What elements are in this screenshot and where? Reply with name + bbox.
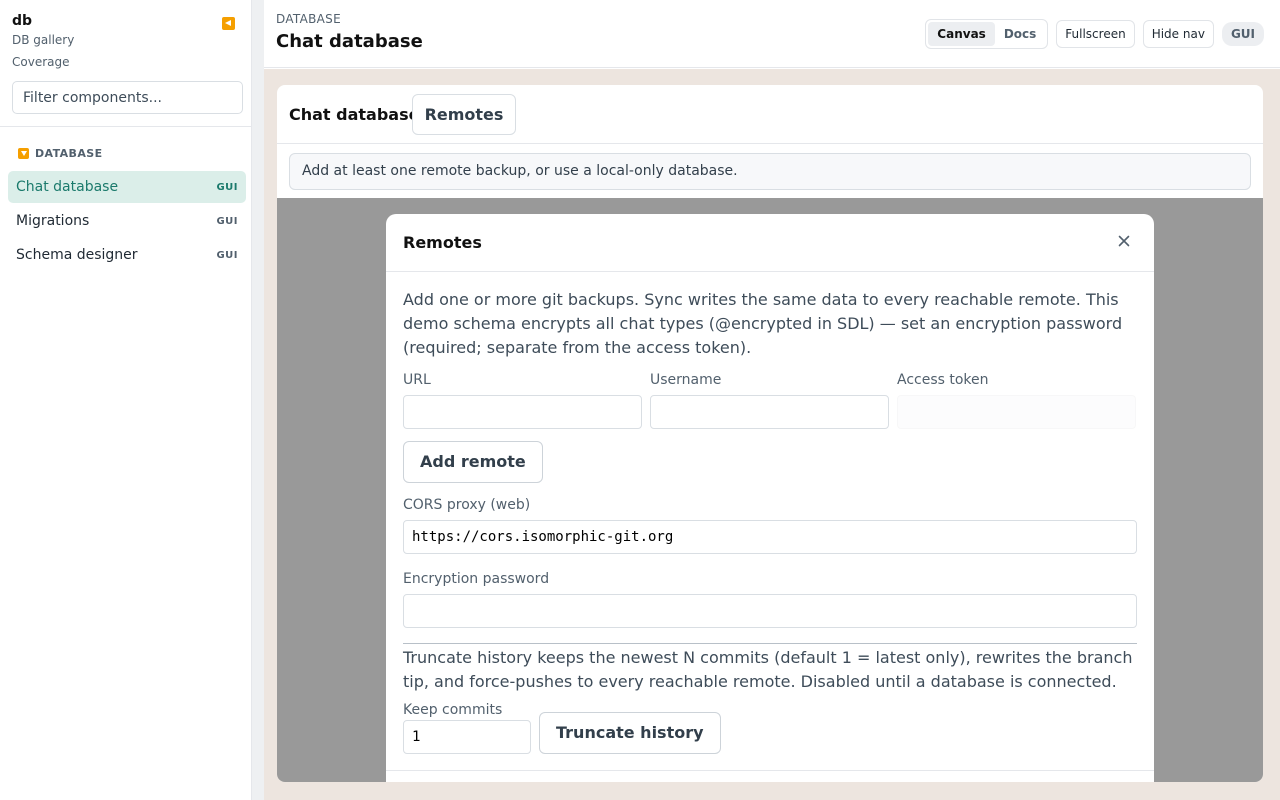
dialog-description: Add one or more git backups. Sync writes… (403, 290, 1123, 357)
truncate-history-button[interactable]: Truncate history (539, 712, 721, 754)
section-label: DATABASE (35, 146, 103, 160)
canvas-tab[interactable]: Canvas (928, 22, 995, 46)
dialog-body: Add one or more git backups. Sync writes… (386, 272, 1154, 754)
filter-input[interactable] (12, 81, 243, 114)
keep-commits-label: Keep commits (403, 702, 503, 718)
keep-commits-input[interactable] (403, 720, 531, 754)
keep-commits-group: Keep commits (403, 700, 531, 754)
encryption-password-input[interactable] (403, 594, 1137, 628)
gui-badge: GUI (216, 215, 238, 227)
sidebar-header: db DB gallery Coverage (0, 0, 251, 127)
url-field-group: URL (403, 370, 642, 429)
hide-nav-button[interactable]: Hide nav (1142, 20, 1214, 48)
gui-badge: GUI (1221, 22, 1264, 46)
modal-backdrop[interactable]: Remotes Add one or more git backups. Syn… (277, 198, 1263, 782)
url-input[interactable] (403, 395, 642, 429)
coverage-link[interactable]: Coverage (12, 51, 239, 73)
sidebar-items: Chat database GUI Migrations GUI Schema … (0, 171, 251, 271)
dialog-header: Remotes (386, 214, 1154, 272)
section-divider (403, 643, 1137, 644)
add-remote-button[interactable]: Add remote (403, 441, 543, 483)
chevron-down-icon (18, 147, 29, 159)
sidebar-item-label: Schema designer (16, 247, 138, 263)
sidebar-item-label: Migrations (16, 213, 90, 229)
sidebar-item-chat-database[interactable]: Chat database GUI (8, 171, 246, 203)
token-field-group: Access token (897, 370, 1136, 429)
sidebar-item-migrations[interactable]: Migrations GUI (8, 205, 246, 237)
dialog-title: Remotes (403, 233, 482, 252)
card-toolbar: Chat database Remotes (277, 85, 1263, 144)
close-icon[interactable] (1116, 233, 1132, 249)
gallery-label: DB gallery (12, 33, 75, 47)
access-token-label: Access token (897, 372, 989, 388)
page-title: Chat database (276, 31, 423, 52)
truncate-description: Truncate history keeps the newest N comm… (403, 648, 1133, 691)
cors-proxy-label: CORS proxy (web) (403, 497, 531, 513)
username-input[interactable] (650, 395, 889, 429)
username-field-group: Username (650, 370, 889, 429)
username-label: Username (650, 372, 722, 388)
collapse-left-icon[interactable] (222, 17, 235, 30)
sidebar: db DB gallery Coverage DATABASE Chat dat… (0, 0, 252, 800)
remotes-dialog: Remotes Add one or more git backups. Syn… (386, 214, 1154, 782)
app-title: db (12, 13, 33, 29)
breadcrumb: DATABASE (276, 12, 341, 26)
cors-proxy-input[interactable] (403, 520, 1137, 554)
canvas-area: Chat database Remotes Add at least one r… (264, 69, 1280, 800)
url-label: URL (403, 372, 431, 388)
sidebar-divider (252, 0, 264, 800)
sidebar-section-database[interactable]: DATABASE (0, 146, 251, 160)
fullscreen-button[interactable]: Fullscreen (1056, 20, 1135, 48)
gui-badge: GUI (216, 249, 238, 261)
docs-tab[interactable]: Docs (995, 22, 1045, 46)
remote-fields: URL Username Access token (403, 370, 1137, 429)
encryption-password-label: Encryption password (403, 571, 550, 587)
password-field-group: Encryption password (403, 569, 1137, 628)
cors-field-group: CORS proxy (web) (403, 495, 1137, 554)
header-actions: Canvas Docs Fullscreen Hide nav GUI (925, 19, 1264, 49)
card-title: Chat database (289, 105, 420, 124)
truncate-controls: Keep commits Truncate history (403, 700, 1137, 754)
top-header: DATABASE Chat database Canvas Docs Fulls… (264, 0, 1280, 68)
sidebar-item-label: Chat database (16, 179, 119, 195)
component-card: Chat database Remotes Add at least one r… (277, 85, 1263, 782)
view-toggle: Canvas Docs (925, 19, 1049, 49)
sidebar-item-schema-designer[interactable]: Schema designer GUI (8, 239, 246, 271)
gui-badge: GUI (216, 181, 238, 193)
notice-banner: Add at least one remote backup, or use a… (289, 153, 1251, 190)
dialog-footer-divider (386, 770, 1154, 771)
remotes-button[interactable]: Remotes (412, 94, 516, 135)
access-token-input[interactable] (897, 395, 1136, 429)
